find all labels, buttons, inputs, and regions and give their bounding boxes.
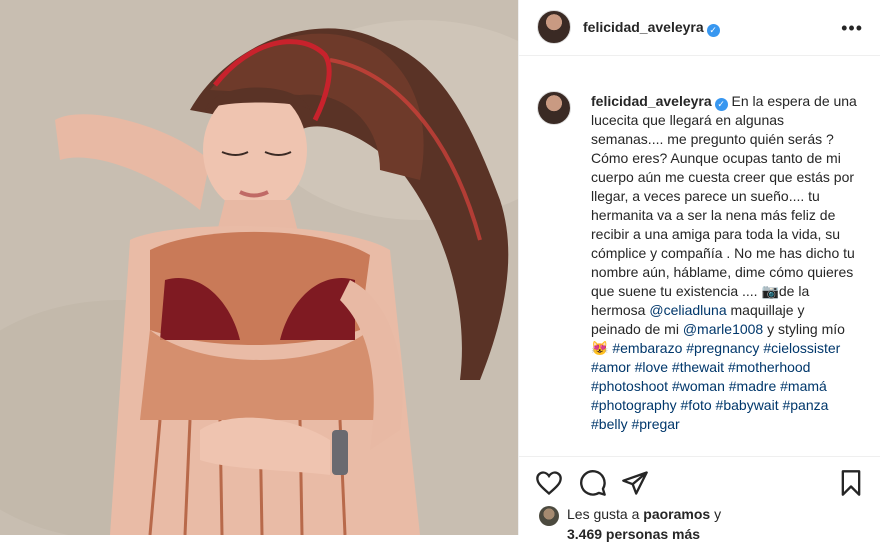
likes-count[interactable]: 3.469 personas más — [567, 526, 700, 542]
caption-verified-badge-icon: ✓ — [714, 98, 728, 111]
likes-user[interactable]: paoramos — [643, 506, 710, 522]
mention-marle1008[interactable]: @marle1008 — [683, 321, 763, 337]
more-options-icon[interactable]: ••• — [841, 18, 863, 39]
post-caption: felicidad_aveleyra ✓ En la espera de una … — [591, 92, 857, 434]
post-photo[interactable] — [0, 0, 518, 535]
save-bookmark-icon[interactable] — [837, 469, 865, 497]
likes-suffix: y — [710, 506, 722, 522]
mention-celiadluna[interactable]: @celiadluna — [649, 302, 726, 318]
caption-hashtags[interactable]: #embarazo #pregnancy #cielossister #amor… — [591, 340, 840, 432]
like-heart-icon[interactable] — [535, 469, 563, 497]
post-side-panel: felicidad_aveleyra ✓ ••• felicidad_aveley… — [518, 0, 880, 542]
share-direct-icon[interactable] — [621, 469, 649, 497]
author-avatar[interactable] — [537, 10, 571, 44]
likes-summary: Les gusta a paoramos y — [567, 506, 721, 522]
caption-username[interactable]: felicidad_aveleyra — [591, 93, 712, 109]
author-name-row: felicidad_aveleyra ✓ — [583, 19, 720, 37]
verified-badge-icon: ✓ — [706, 24, 720, 37]
photo-illustration — [0, 0, 518, 535]
post-actions-bar — [519, 456, 880, 535]
likes-prefix: Les gusta a — [567, 506, 644, 522]
liker-avatar[interactable] — [539, 506, 559, 526]
caption-author-avatar[interactable] — [537, 91, 571, 125]
caption-text-1: En la espera de una lucecita que llegará… — [591, 93, 857, 318]
comment-icon[interactable] — [579, 469, 607, 497]
post-header: felicidad_aveleyra ✓ ••• — [519, 0, 880, 56]
author-username[interactable]: felicidad_aveleyra — [583, 19, 704, 35]
